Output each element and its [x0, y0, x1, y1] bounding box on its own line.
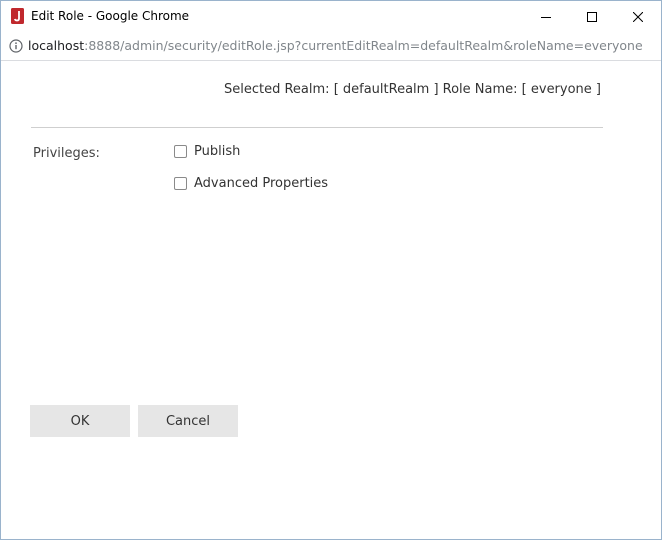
- maximize-icon: [587, 11, 597, 22]
- window-title: Edit Role - Google Chrome: [31, 9, 190, 23]
- address-bar[interactable]: localhost:8888/admin/security/editRole.j…: [1, 32, 661, 61]
- close-icon: [633, 11, 643, 22]
- advanced-properties-label: Advanced Properties: [194, 176, 329, 191]
- maximize-button[interactable]: [569, 1, 615, 32]
- minimize-button[interactable]: [523, 1, 569, 32]
- ok-button[interactable]: OK: [30, 405, 130, 437]
- advanced-properties-option[interactable]: Advanced Properties: [174, 176, 328, 191]
- publish-label: Publish: [194, 144, 241, 159]
- url-text[interactable]: localhost:8888/admin/security/editRole.j…: [28, 38, 643, 53]
- url-path: :8888/admin/security/editRole.jsp?curren…: [84, 38, 643, 53]
- cancel-button[interactable]: Cancel: [138, 405, 238, 437]
- jreport-app-icon: [11, 8, 24, 24]
- title-bar: Edit Role - Google Chrome: [1, 1, 661, 32]
- close-button[interactable]: [615, 1, 661, 32]
- divider: [31, 127, 603, 128]
- advanced-properties-checkbox[interactable]: [174, 177, 187, 190]
- url-host: localhost: [28, 38, 85, 53]
- privileges-label: Privileges:: [33, 146, 100, 161]
- edit-role-form: Selected Realm: [ defaultRealm ] Role Na…: [1, 61, 661, 539]
- publish-checkbox[interactable]: [174, 145, 187, 158]
- minimize-icon: [541, 16, 551, 18]
- browser-window: Edit Role - Google Chrome localhost:8888…: [0, 0, 662, 540]
- publish-option[interactable]: Publish: [174, 144, 240, 159]
- info-icon[interactable]: [9, 39, 23, 53]
- realm-role-info: Selected Realm: [ defaultRealm ] Role Na…: [224, 82, 601, 97]
